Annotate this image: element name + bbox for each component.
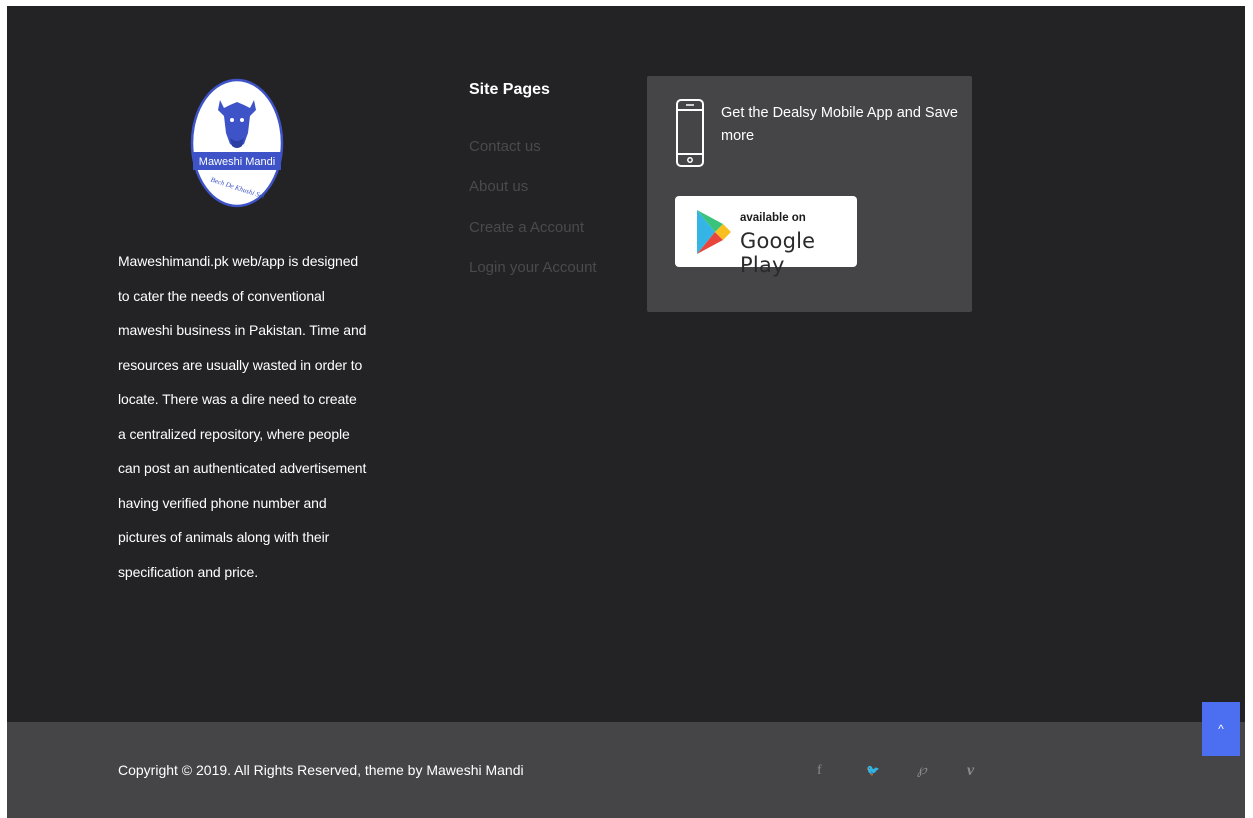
- mobile-app-promo: Get the Dealsy Mobile App and Save more …: [647, 76, 972, 312]
- scroll-to-top-button[interactable]: ^: [1202, 702, 1240, 756]
- about-us-link[interactable]: About us: [469, 178, 528, 195]
- maweshi-mandi-logo[interactable]: Maweshi Mandi Bech De Khushi Sai: [190, 78, 284, 208]
- site-pages-title: Site Pages: [469, 81, 550, 98]
- vimeo-icon[interactable]: v: [967, 761, 974, 781]
- facebook-icon[interactable]: f: [817, 761, 822, 781]
- site-link-item: Contact us: [469, 137, 629, 177]
- google-play-small-text: available on: [740, 212, 806, 224]
- app-promo-text: Get the Dealsy Mobile App and Save more: [721, 105, 958, 144]
- site-link-item: About us: [469, 177, 629, 217]
- mobile-phone-icon: [676, 99, 704, 167]
- footer-main: Maweshi Mandi Bech De Khushi Sai Maweshi…: [7, 6, 1245, 722]
- copyright-text: Copyright © 2019. All Rights Reserved, t…: [118, 762, 524, 778]
- logo-text: Maweshi Mandi: [199, 156, 275, 168]
- contact-us-link[interactable]: Contact us: [469, 138, 541, 155]
- login-account-link[interactable]: Login your Account: [469, 259, 597, 276]
- about-description: Maweshimandi.pk web/app is designed to c…: [118, 253, 367, 580]
- site-pages-links: Contact us About us Create a Account Log…: [469, 137, 629, 298]
- footer-bottom-bar: Copyright © 2019. All Rights Reserved, t…: [7, 722, 1245, 818]
- site-link-item: Create a Account: [469, 218, 629, 258]
- site-pages-section: Site Pages Contact us About us Create a …: [469, 80, 629, 298]
- google-play-badge[interactable]: available on Google Play: [675, 196, 857, 277]
- google-play-icon: [697, 210, 731, 254]
- create-account-link[interactable]: Create a Account: [469, 219, 584, 236]
- site-footer: Maweshi Mandi Bech De Khushi Sai Maweshi…: [7, 6, 1245, 818]
- chevron-up-icon: ^: [1218, 722, 1224, 736]
- twitter-icon[interactable]: 🐦: [866, 761, 880, 781]
- google-play-store-name: Google Play: [740, 229, 816, 277]
- site-link-item: Login your Account: [469, 258, 629, 298]
- pinterest-icon[interactable]: ℘: [917, 761, 927, 781]
